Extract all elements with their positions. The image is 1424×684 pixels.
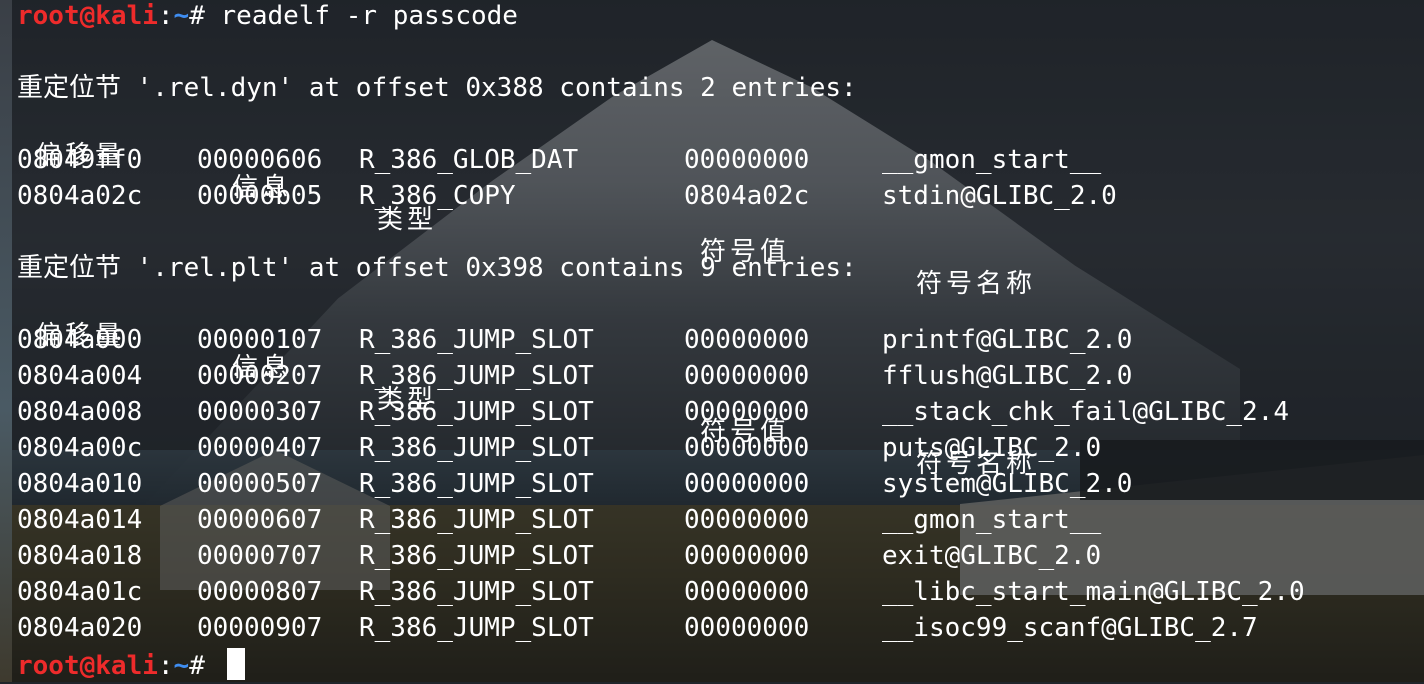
relocation-row: 0804a000 00000107 R_386_JUMP_SLOT 00000000 p… bbox=[17, 324, 1424, 360]
relocation-row: 0804a018 00000707 R_386_JUMP_SLOT 00000000 e… bbox=[17, 540, 1424, 576]
column-header-sym-value: 符号值 bbox=[700, 237, 791, 267]
command-text: readelf -r passcode bbox=[220, 1, 518, 31]
column-header-type: 类型 bbox=[377, 385, 438, 415]
column-header-offset: 偏移量 bbox=[35, 321, 126, 351]
cell-type: R_386_JUMP_SLOT bbox=[359, 433, 594, 463]
cell-sym-name: fflush@GLIBC_2.0 bbox=[882, 361, 1133, 391]
cell-info: 00000607 bbox=[197, 505, 323, 535]
command-line: root@kali:~# readelf -r passcode bbox=[17, 0, 1424, 36]
cell-sym-name: __stack_chk_fail@GLIBC_2.4 bbox=[882, 397, 1289, 427]
cell-sym-name: __gmon_start__ bbox=[882, 505, 1102, 535]
relocation-row: 0804a010 00000507 R_386_JUMP_SLOT 00000000 s… bbox=[17, 468, 1424, 504]
relocation-row: 08049ff0 00000606 R_386_GLOB_DAT 00000000 __… bbox=[17, 144, 1424, 180]
column-header-offset: 偏移量 bbox=[35, 141, 126, 171]
cell-info: 00000407 bbox=[197, 433, 323, 463]
relocation-row: 0804a020 00000907 R_386_JUMP_SLOT 00000000 _… bbox=[17, 612, 1424, 648]
cell-info: 00000707 bbox=[197, 541, 323, 571]
column-header-sym-name: 符号名称 bbox=[916, 449, 1037, 479]
prompt-symbol: # bbox=[189, 651, 205, 681]
cell-type: R_386_JUMP_SLOT bbox=[359, 541, 594, 571]
terminal-output[interactable]: root@kali:~# readelf -r passcode 重定位节 '.… bbox=[17, 0, 1424, 684]
cell-sym-value: 00000000 bbox=[684, 613, 810, 643]
prompt-path: ~ bbox=[173, 1, 190, 31]
cell-type: R_386_JUMP_SLOT bbox=[359, 325, 594, 355]
relocation-row: 0804a014 00000607 R_386_JUMP_SLOT 00000000 _… bbox=[17, 504, 1424, 540]
cell-offset: 0804a018 bbox=[17, 541, 143, 571]
cell-sym-name: exit@GLIBC_2.0 bbox=[882, 541, 1102, 571]
cell-type: R_386_JUMP_SLOT bbox=[359, 469, 594, 499]
relocation-row: 0804a01c 00000807 R_386_JUMP_SLOT 00000000 _… bbox=[17, 576, 1424, 612]
section-heading: 重定位节 '.rel.dyn' at offset 0x388 contains… bbox=[17, 73, 857, 103]
window-edge bbox=[0, 0, 12, 682]
relocation-row: 0804a02c 00000b05 R_386_COPY 0804a02c stdin@… bbox=[17, 180, 1424, 216]
cell-sym-value: 00000000 bbox=[684, 361, 810, 391]
cell-offset: 0804a01c bbox=[17, 577, 143, 607]
prompt-symbol: # bbox=[189, 1, 205, 31]
cell-info: 00000807 bbox=[197, 577, 323, 607]
prompt-separator: : bbox=[157, 1, 174, 31]
cell-offset: 0804a020 bbox=[17, 613, 143, 643]
cell-sym-name: __gmon_start__ bbox=[882, 145, 1102, 175]
column-header-info: 信息 bbox=[232, 353, 293, 383]
cell-sym-value: 00000000 bbox=[684, 325, 810, 355]
cell-sym-value: 00000000 bbox=[684, 469, 810, 499]
relocation-row: 0804a004 00000207 R_386_JUMP_SLOT 00000000 f… bbox=[17, 360, 1424, 396]
column-header-row: 偏移量 信息 类型 符号值 符号名称 bbox=[17, 288, 1424, 479]
input-prompt-line[interactable]: root@kali:~# bbox=[17, 648, 1424, 684]
cell-sym-value: 0804a02c bbox=[684, 181, 810, 211]
cell-sym-value: 00000000 bbox=[684, 145, 810, 175]
prompt-user-host: root@kali bbox=[17, 1, 158, 31]
cell-sym-value: 00000000 bbox=[684, 505, 810, 535]
prompt-separator: : bbox=[157, 651, 174, 681]
cell-sym-name: __isoc99_scanf@GLIBC_2.7 bbox=[882, 613, 1258, 643]
cell-sym-name: printf@GLIBC_2.0 bbox=[882, 325, 1133, 355]
cell-info: 00000307 bbox=[197, 397, 323, 427]
column-header-type: 类型 bbox=[377, 205, 438, 235]
cell-info: 00000507 bbox=[197, 469, 323, 499]
prompt-user-host: root@kali bbox=[17, 651, 158, 681]
cell-type: R_386_JUMP_SLOT bbox=[359, 613, 594, 643]
cell-type: R_386_JUMP_SLOT bbox=[359, 505, 594, 535]
prompt-path: ~ bbox=[173, 651, 190, 681]
cell-sym-value: 00000000 bbox=[684, 577, 810, 607]
cell-sym-name: __libc_start_main@GLIBC_2.0 bbox=[882, 577, 1305, 607]
column-header-row: 偏移量 信息 类型 符号值 符号名称 bbox=[17, 108, 1424, 299]
column-header-info: 信息 bbox=[232, 173, 293, 203]
cell-sym-name: stdin@GLIBC_2.0 bbox=[882, 181, 1117, 211]
cell-sym-value: 00000000 bbox=[684, 541, 810, 571]
text-cursor[interactable] bbox=[226, 648, 245, 680]
cell-type: R_386_JUMP_SLOT bbox=[359, 577, 594, 607]
column-header-sym-value: 符号值 bbox=[700, 417, 791, 447]
cell-info: 00000907 bbox=[197, 613, 323, 643]
cell-type: R_386_GLOB_DAT bbox=[359, 145, 579, 175]
